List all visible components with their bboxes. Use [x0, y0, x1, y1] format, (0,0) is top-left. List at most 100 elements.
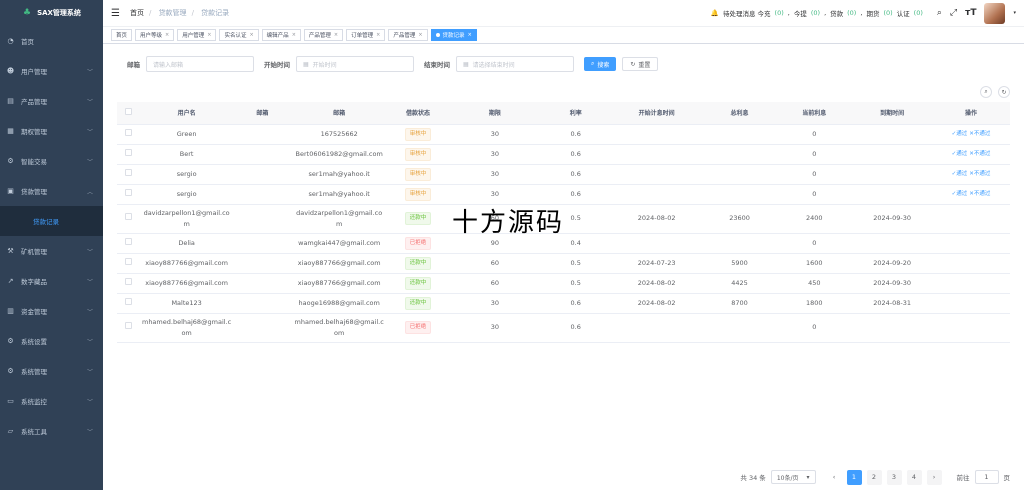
page-button[interactable]: 2 [866, 469, 882, 485]
close-icon[interactable]: × [207, 32, 211, 38]
approve-button[interactable]: ✓通过 [952, 151, 968, 157]
approve-button[interactable]: ✓通过 [952, 191, 968, 197]
cell-rate: 0.6 [540, 184, 611, 205]
chevron-down-icon[interactable]: ▾ [1013, 10, 1016, 16]
email-input[interactable]: 请输入邮箱 [146, 56, 254, 72]
reject-button[interactable]: ✕不通过 [969, 131, 990, 137]
breadcrumb-item[interactable]: 贷款管理 [159, 9, 187, 17]
close-icon[interactable]: × [334, 32, 338, 38]
tab-item[interactable]: 订单管理 × [346, 29, 386, 41]
close-icon[interactable]: × [376, 32, 380, 38]
tab-label: 编辑产品 [266, 33, 289, 39]
select-all-checkbox[interactable] [124, 108, 132, 116]
sidebar-item-label: 数字藏品 [21, 278, 47, 286]
close-icon[interactable]: × [249, 32, 253, 38]
breadcrumb-item[interactable]: 首页 [130, 9, 144, 17]
end-time-input[interactable]: ▦ 请选择结束时间 [456, 56, 574, 72]
font-size-icon[interactable]: тT [965, 8, 976, 18]
counter-futures[interactable]: (0) [883, 9, 892, 17]
sidebar-item[interactable]: ⚙ 智能交易 ﹀ [0, 146, 103, 176]
bell-icon[interactable]: 🔔 [711, 9, 719, 17]
avatar[interactable] [984, 2, 1006, 24]
calendar-icon: ▦ [303, 60, 309, 68]
page-size-select[interactable]: 10条/页 ▾ [770, 470, 816, 484]
breadcrumb: 首页 / 贷款管理 / 贷款记录 [129, 9, 230, 17]
fullscreen-icon[interactable]: ⤢ [950, 8, 957, 18]
close-icon[interactable]: × [418, 32, 422, 38]
row-checkbox[interactable] [124, 277, 132, 285]
row-checkbox[interactable] [124, 188, 132, 196]
search-icon[interactable]: ⌕ [937, 8, 942, 18]
sidebar-item[interactable]: ▱ 系统工具 ﹀ [0, 416, 103, 446]
sidebar-item[interactable]: ▦ 期权管理 ﹀ [0, 116, 103, 146]
hamburger-icon[interactable]: ☰ [111, 8, 120, 19]
tab-item[interactable]: 编辑产品 × [261, 29, 301, 41]
sidebar-item[interactable]: ⚙ 系统管理 ﹀ [0, 356, 103, 386]
cell-status: 还款中 [387, 253, 449, 274]
cell-username: xiaoy887766@gmail.com [139, 273, 234, 294]
row-checkbox[interactable] [124, 297, 132, 305]
row-checkbox[interactable] [124, 148, 132, 156]
reset-button[interactable]: ↻ 重置 [622, 57, 659, 71]
goto-page-input[interactable]: 1 [974, 470, 999, 484]
reject-button[interactable]: ✕不通过 [969, 191, 990, 197]
next-page-button[interactable]: › [926, 469, 942, 485]
row-checkbox[interactable] [124, 128, 132, 136]
sidebar-item[interactable]: ⚙ 系统设置 ﹀ [0, 326, 103, 356]
tab-item[interactable]: 首页 [111, 29, 133, 41]
sidebar-item[interactable]: ▣ 贷款管理 ︿ [0, 176, 103, 206]
table-row: xiaoy887766@gmail.com xiaoy887766@gmail.c… [117, 253, 1010, 274]
status-badge: 还款中 [404, 212, 432, 225]
approve-button[interactable]: ✓通过 [952, 131, 968, 137]
end-time-label: 结束时间 [424, 61, 450, 69]
start-time-input[interactable]: ▦ 开始时间 [296, 56, 414, 72]
row-checkbox[interactable] [124, 322, 132, 329]
logo-icon: ♣ [23, 8, 32, 18]
dashboard-icon: ◔ [7, 37, 14, 45]
counter-deposit[interactable]: (0) [775, 9, 784, 17]
sidebar-item[interactable]: ⚒ 矿机管理 ﹀ [0, 236, 103, 266]
row-checkbox[interactable] [124, 213, 132, 220]
sidebar-item[interactable]: ☻ 用户管理 ﹀ [0, 56, 103, 86]
row-checkbox[interactable] [124, 168, 132, 176]
sidebar-item[interactable]: ▭ 系统监控 ﹀ [0, 386, 103, 416]
approve-button[interactable]: ✓通过 [952, 171, 968, 177]
tab-label: 订单管理 [351, 33, 374, 39]
goto-label: 前往 [956, 474, 970, 482]
prev-page-button[interactable]: ‹ [826, 469, 842, 485]
tab-active[interactable]: 贷款记录 × [430, 29, 477, 41]
cell-actions: ✓通过 ✕不通过 [932, 184, 1010, 205]
page-button[interactable]: 4 [906, 469, 922, 485]
refresh-icon[interactable]: ↻ [998, 86, 1010, 98]
row-checkbox[interactable] [124, 257, 132, 265]
search-toggle-icon[interactable]: ⌕ [980, 86, 992, 98]
close-icon[interactable]: × [165, 32, 169, 38]
row-checkbox[interactable] [124, 237, 132, 245]
counter-withdraw[interactable]: (0) [811, 9, 820, 17]
counter-loan[interactable]: (0) [847, 9, 856, 17]
sidebar-item-label: 系统工具 [21, 428, 47, 436]
column-header: 开始计息时间 [610, 102, 703, 125]
tab-item[interactable]: 产品管理 × [388, 29, 428, 41]
close-icon[interactable]: × [468, 32, 472, 38]
sidebar-item[interactable]: ↗ 数字藏品 ﹀ [0, 266, 103, 296]
cell-status: 还款中 [387, 293, 449, 314]
reject-button[interactable]: ✕不通过 [969, 171, 990, 177]
sidebar-item[interactable]: ▥ 资金管理 ﹀ [0, 296, 103, 326]
page-button[interactable]: 1 [846, 469, 862, 485]
counter-verify[interactable]: (0) [914, 9, 923, 17]
page-button[interactable]: 3 [886, 469, 902, 485]
sidebar-item[interactable]: 贷款记录 [0, 206, 103, 236]
reject-button[interactable]: ✕不通过 [969, 151, 990, 157]
sidebar-item[interactable]: ▤ 产品管理 ﹀ [0, 86, 103, 116]
tab-item[interactable]: 实名认证 × [219, 29, 259, 41]
tab-item[interactable]: 用户管理 × [177, 29, 217, 41]
sidebar-item[interactable]: ◔ 首页 [0, 26, 103, 56]
tab-item[interactable]: 用户等级 × [135, 29, 175, 41]
close-icon[interactable]: × [292, 32, 296, 38]
search-button[interactable]: ⌕ 搜索 [584, 57, 617, 71]
table-toolbar: ⌕ ↻ [117, 84, 1010, 100]
tab-item[interactable]: 产品管理 × [303, 29, 344, 41]
cell-due [852, 313, 933, 343]
cell-rate: 0.6 [540, 313, 611, 343]
